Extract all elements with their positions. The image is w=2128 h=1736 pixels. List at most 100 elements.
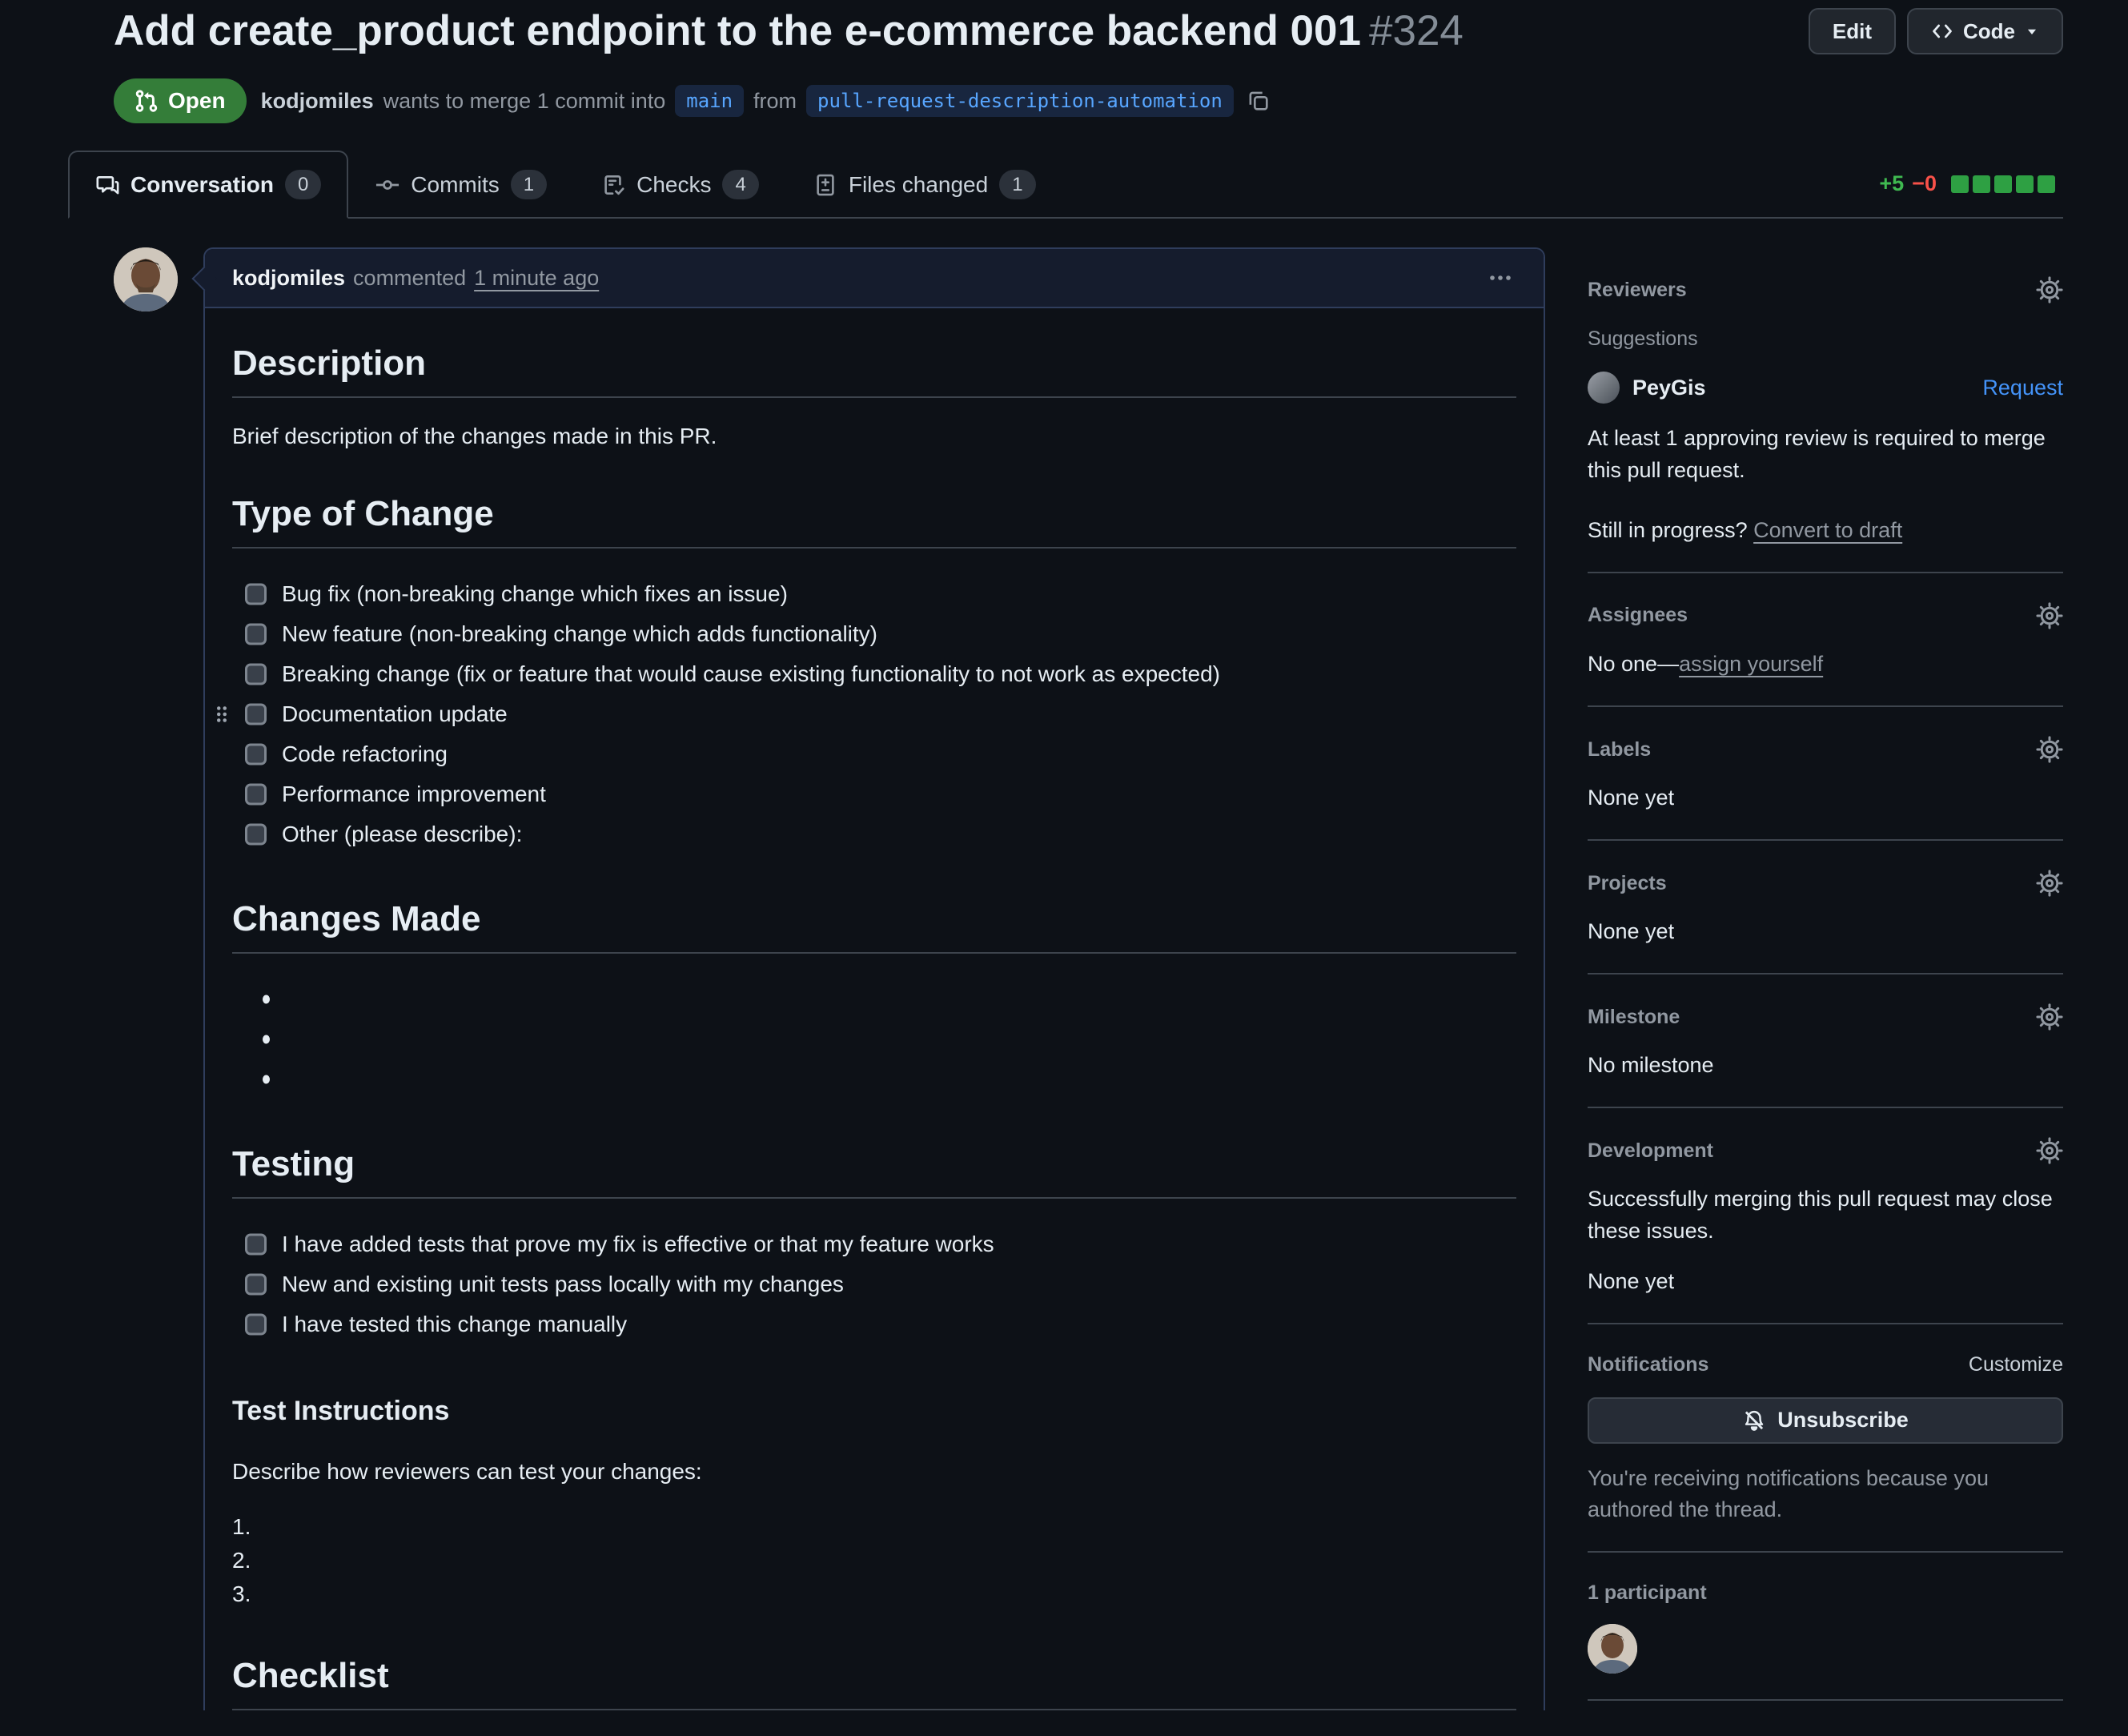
checkbox[interactable] [245,1234,267,1256]
code-button[interactable]: Code [1907,8,2063,54]
still-in-progress-text: Still in progress? [1588,518,1748,542]
reviewer-avatar[interactable] [1588,372,1620,404]
avatar[interactable] [114,247,178,311]
merge-summary-text: wants to merge 1 commit into [383,89,666,114]
gear-icon[interactable] [2036,602,2063,629]
comment-card: kodjomiles commented 1 minute ago Descri… [203,247,1545,1710]
task-item: Documentation update [245,694,1516,734]
sidebar-section-development: Development Successfully merging this pu… [1588,1108,2063,1324]
ordered-item: 3. [232,1577,1516,1611]
ordered-item: 1. [232,1510,1516,1544]
copy-branch-button[interactable] [1247,89,1271,113]
participants-heading: 1 participant [1588,1581,2063,1605]
comment-header: kodjomiles commented 1 minute ago [205,249,1544,308]
edit-button-label: Edit [1833,19,1872,44]
gear-icon[interactable] [2036,1003,2063,1031]
task-item-label: New feature (non-breaking change which a… [282,621,877,647]
convert-to-draft-row: Still in progress? Convert to draft [1588,515,2063,546]
section-heading-checklist: Checklist [232,1656,1516,1710]
task-item-label: Code refactoring [282,741,448,767]
sidebar-section-notifications: Notifications Customize Unsubscribe You'… [1588,1324,2063,1553]
pr-header: Add create_product endpoint to the e-com… [0,0,2128,123]
comment-timestamp[interactable]: 1 minute ago [474,266,599,291]
tab-checks-label: Checks [636,172,711,198]
diffstat: +5 −0 [1879,171,2055,217]
chevron-down-icon [2025,24,2039,38]
development-text: Successfully merging this pull request m… [1588,1183,2063,1246]
section-heading-type-of-change: Type of Change [232,494,1516,549]
comment-author[interactable]: kodjomiles [232,266,345,291]
gear-icon[interactable] [2036,736,2063,763]
tab-commits-count: 1 [511,170,547,199]
checkbox[interactable] [245,624,267,645]
sidebar-section-milestone: Milestone No milestone [1588,974,2063,1108]
tab-files-changed-label: Files changed [849,172,988,198]
task-item: I have tested this change manually [245,1304,1516,1344]
sidebar-section-assignees: Assignees No one—assign yourself [1588,573,2063,707]
assignees-heading: Assignees [1588,604,1688,627]
section-heading-testing: Testing [232,1144,1516,1199]
pr-title-text: Add create_product endpoint to the e-com… [114,7,1361,54]
git-pull-request-icon [135,89,159,113]
checkbox[interactable] [245,1274,267,1296]
status-badge: Open [114,78,247,123]
task-item-label: New and existing unit tests pass locally… [282,1272,844,1297]
diffstat-additions: +5 [1879,171,1904,196]
pr-author[interactable]: kodjomiles [261,89,374,114]
tab-files-changed[interactable]: Files changed 1 [786,151,1063,219]
diffstat-deletions: −0 [1912,171,1937,196]
milestone-empty-text: No milestone [1588,1050,2063,1081]
projects-empty-text: None yet [1588,916,2063,947]
development-empty-text: None yet [1588,1266,2063,1297]
tab-conversation[interactable]: Conversation 0 [68,151,348,219]
task-item-label: Bug fix (non-breaking change which fixes… [282,581,788,607]
request-review-link[interactable]: Request [1982,376,2063,400]
checkbox[interactable] [245,704,267,725]
checkbox[interactable] [245,784,267,806]
gear-icon[interactable] [2036,276,2063,303]
tab-commits[interactable]: Commits 1 [348,151,574,219]
pr-sidebar: Reviewers Suggestions PeyGis Request At … [1588,247,2063,1701]
kebab-menu-button[interactable] [1481,259,1520,297]
comment-action: commented [353,266,466,291]
page-title: Add create_product endpoint to the e-com… [114,5,1464,58]
reviewer-name[interactable]: PeyGis [1632,376,1706,400]
projects-heading: Projects [1588,872,1667,895]
review-required-text: At least 1 approving review is required … [1588,423,2063,485]
testing-list: I have added tests that prove my fix is … [232,1224,1516,1344]
tab-commits-label: Commits [411,172,499,198]
description-text: Brief description of the changes made in… [232,424,1516,449]
development-heading: Development [1588,1139,1713,1163]
task-item-label: Performance improvement [282,782,546,807]
section-heading-test-instructions: Test Instructions [232,1396,1516,1427]
head-branch-chip[interactable]: pull-request-description-automation [806,85,1234,117]
checkbox[interactable] [245,744,267,766]
checkbox[interactable] [245,584,267,605]
convert-to-draft-link[interactable]: Convert to draft [1753,518,1902,542]
checklist-icon [601,173,625,197]
unsubscribe-button[interactable]: Unsubscribe [1588,1397,2063,1444]
edit-button[interactable]: Edit [1809,8,1896,54]
checkbox[interactable] [245,664,267,685]
merge-from-text: from [753,89,797,114]
drag-handle-icon[interactable] [213,702,231,726]
git-commit-icon [375,173,400,197]
gear-icon[interactable] [2036,1137,2063,1164]
section-heading-changes-made: Changes Made [232,899,1516,954]
task-item: New feature (non-breaking change which a… [245,614,1516,654]
tab-checks[interactable]: Checks 4 [574,151,786,219]
customize-link[interactable]: Customize [1969,1353,2063,1376]
tab-conversation-count: 0 [285,170,321,199]
file-diff-icon [813,173,837,197]
assign-yourself-link[interactable]: assign yourself [1679,652,1823,676]
task-item-label: Breaking change (fix or feature that wou… [282,661,1220,687]
changes-made-list [232,979,1516,1099]
code-icon [1931,20,1953,42]
participant-avatar[interactable] [1588,1624,1637,1674]
gear-icon[interactable] [2036,870,2063,897]
checkbox[interactable] [245,824,267,846]
checkbox[interactable] [245,1314,267,1336]
milestone-heading: Milestone [1588,1006,1680,1029]
base-branch-chip[interactable]: main [675,85,744,117]
test-instructions-text: Describe how reviewers can test your cha… [232,1459,1516,1485]
